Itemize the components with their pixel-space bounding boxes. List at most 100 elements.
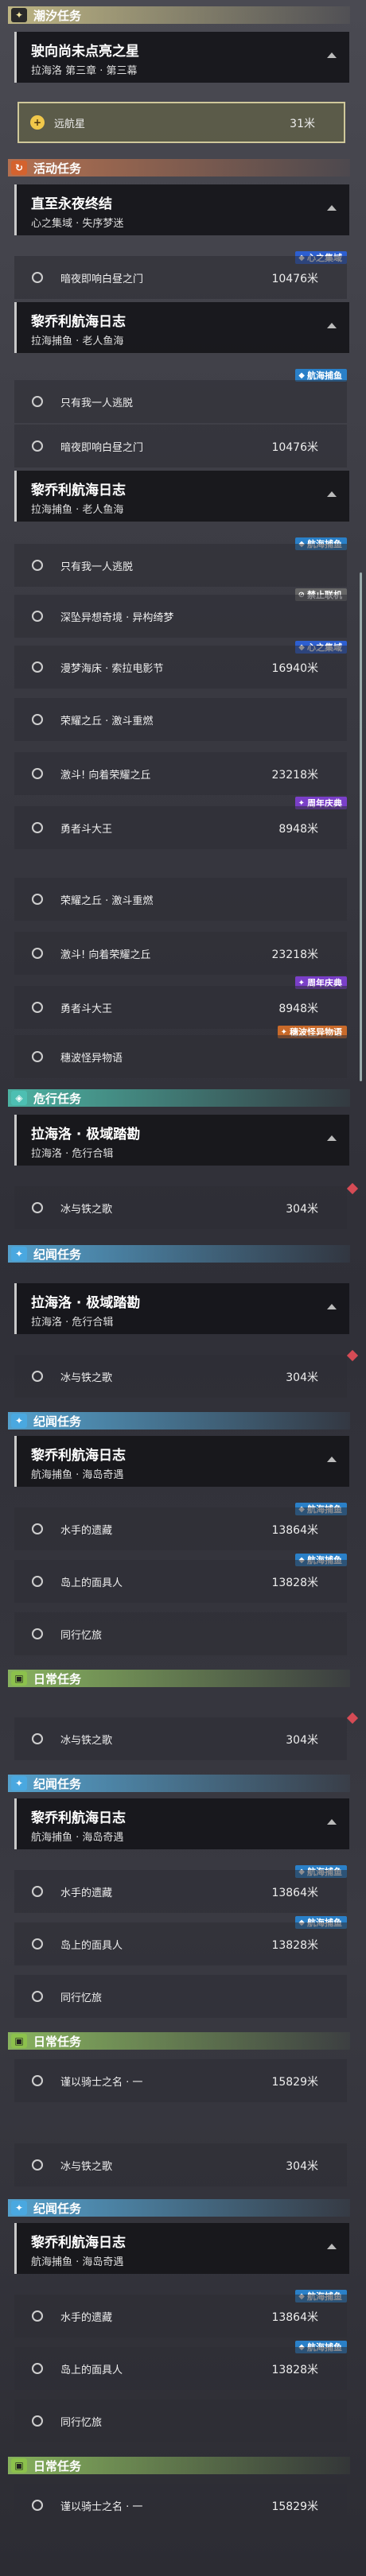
objective-distance: 16940米 (271, 662, 318, 675)
objective-label: 水手的遗藏 (60, 2312, 113, 2324)
objective-circle-icon (32, 1202, 43, 1213)
task-objective[interactable]: 岛上的面具人 13828米 (14, 1922, 347, 1965)
objective-circle-icon (32, 2159, 43, 2171)
task-objective[interactable]: 暗夜即响白昼之门 10476米 (14, 425, 347, 467)
objective-circle-icon (32, 1991, 43, 2002)
objective-circle-icon (32, 822, 43, 833)
task-card[interactable]: 黎乔利航海日志 航海捕鱼 · 海岛奇遇 (14, 1436, 349, 1487)
objective-circle-icon (32, 894, 43, 905)
section-title: 纪闻任务 (33, 2201, 82, 2216)
objective-label: 激斗! 向着荣耀之丘 (60, 949, 151, 961)
task-objective[interactable]: 冰与铁之歌 304米 (14, 1186, 347, 1229)
objective-distance: 15829米 (271, 2500, 318, 2513)
section-title: 纪闻任务 (33, 1414, 82, 1429)
book-icon: ▣ (11, 2458, 27, 2473)
task-objective[interactable]: 冰与铁之歌 304米 (14, 2143, 347, 2186)
task-card[interactable]: 黎乔利航海日志 航海捕鱼 · 海岛奇遇 (14, 1798, 349, 1849)
task-objective[interactable]: 勇者斗大王 8948米 (14, 986, 347, 1029)
task-title: 驶向尚未点亮之星 (31, 44, 139, 60)
task-objective[interactable]: 水手的遗藏 13864米 (14, 1870, 347, 1913)
task-objective[interactable]: 勇者斗大王 8948米 (14, 806, 347, 849)
objective-circle-icon (32, 1051, 43, 1062)
objective-label: 同行忆旅 (60, 1630, 103, 1642)
task-card[interactable]: 拉海洛 · 极域踏勘 拉海洛 · 危行合辑 (14, 1115, 349, 1166)
objective-distance: 13864米 (271, 1524, 318, 1537)
star-icon: ✦ (11, 8, 27, 22)
objective-label: 激斗! 向着荣耀之丘 (60, 770, 151, 782)
chevron-up-icon[interactable] (327, 1457, 337, 1462)
task-objective[interactable]: 暗夜即响白昼之门 10476米 (14, 256, 347, 299)
chevron-up-icon[interactable] (327, 205, 337, 211)
objective-circle-icon (32, 560, 43, 571)
task-subtitle: 航海捕鱼 · 海岛奇遇 (31, 1469, 124, 1481)
task-subtitle: 心之集域 · 失序梦迷 (31, 218, 124, 230)
section-header-dawn: ✦ 潮汐任务 (8, 6, 350, 24)
section-header-daily: ▣ 日常任务 (8, 1670, 350, 1687)
objective-label: 水手的遗藏 (60, 1887, 113, 1899)
task-card[interactable]: 驶向尚未点亮之星 拉海洛 第三章 · 第三幕 (14, 32, 349, 83)
task-objective[interactable]: 水手的遗藏 13864米 (14, 2295, 347, 2337)
task-objective[interactable]: 谨以骑士之名 · 一 15829米 (14, 2484, 347, 2527)
objective-circle-icon (32, 2363, 43, 2374)
task-objective[interactable]: 荣耀之丘 · 激斗重燃 (14, 698, 347, 741)
task-objective-tracked[interactable]: + 远航星 31米 (18, 102, 345, 143)
objective-label: 穗波怪异物语 (60, 1053, 123, 1065)
task-subtitle: 航海捕鱼 · 海岛奇遇 (31, 1832, 124, 1844)
task-objective[interactable]: 只有我一人逃脱 (14, 380, 347, 423)
objective-distance: 13864米 (271, 1887, 318, 1899)
task-objective[interactable]: 同行忆旅 (14, 1612, 347, 1655)
objective-circle-icon (32, 1733, 43, 1744)
objective-circle-icon (32, 396, 43, 407)
task-objective[interactable]: 谨以骑士之名 · 一 15829米 (14, 2059, 347, 2102)
task-subtitle: 拉海洛 第三章 · 第三幕 (31, 65, 138, 77)
coin-icon: + (30, 115, 45, 130)
task-title: 黎乔利航海日志 (31, 1810, 126, 1826)
task-objective[interactable]: 水手的遗藏 13864米 (14, 1507, 347, 1550)
task-objective[interactable]: 同行忆旅 (14, 2399, 347, 2442)
scrollbar[interactable] (360, 572, 362, 1081)
chevron-up-icon[interactable] (327, 491, 337, 497)
section-title: 潮汐任务 (33, 8, 82, 23)
objective-distance: 8948米 (278, 1003, 318, 1015)
objective-distance: 31米 (290, 118, 315, 130)
objective-label: 冰与铁之歌 (60, 1372, 113, 1384)
task-card[interactable]: 黎乔利航海日志 航海捕鱼 · 海岛奇遇 (14, 2223, 349, 2274)
sparkle-icon: ✦ (11, 1776, 27, 1790)
chevron-up-icon[interactable] (327, 1304, 337, 1309)
task-objective[interactable]: 激斗! 向着荣耀之丘 23218米 (14, 932, 347, 975)
sparkle-icon: ✦ (11, 1247, 27, 1261)
task-objective[interactable]: 冰与铁之歌 304米 (14, 1355, 347, 1398)
task-objective[interactable]: 深坠异想奇境 · 异构绮梦 (14, 595, 347, 638)
chevron-up-icon[interactable] (327, 1819, 337, 1825)
objective-distance: 304米 (286, 2160, 318, 2173)
task-objective[interactable]: 岛上的面具人 13828米 (14, 2347, 347, 2390)
section-header-daily: ▣ 日常任务 (8, 2457, 350, 2474)
objective-label: 荣耀之丘 · 激斗重燃 (60, 895, 154, 907)
objective-label: 冰与铁之歌 (60, 1204, 113, 1216)
task-objective[interactable]: 漫梦海床 · 索拉电影节 16940米 (14, 646, 347, 689)
objective-label: 岛上的面具人 (60, 2365, 123, 2376)
task-objective[interactable]: 岛上的面具人 13828米 (14, 1560, 347, 1603)
chevron-up-icon[interactable] (327, 2244, 337, 2249)
task-card[interactable]: 拉海洛 · 极域踏勘 拉海洛 · 危行合辑 (14, 1283, 349, 1334)
chevron-up-icon[interactable] (327, 52, 337, 58)
objective-circle-icon (32, 948, 43, 959)
objective-distance: 10476米 (271, 273, 318, 285)
objective-label: 谨以骑士之名 · 一 (60, 2501, 143, 2513)
task-objective[interactable]: 激斗! 向着荣耀之丘 23218米 (14, 752, 347, 795)
task-objective[interactable]: 只有我一人逃脱 (14, 544, 347, 587)
task-card[interactable]: 黎乔利航海日志 拉海捕鱼 · 老人鱼海 (14, 302, 349, 353)
objective-circle-icon (32, 1628, 43, 1639)
section-header-activity: ↻ 活动任务 (8, 159, 350, 177)
task-objective[interactable]: 穗波怪异物语 (14, 1035, 347, 1078)
objective-circle-icon (32, 1938, 43, 1949)
task-objective[interactable]: 冰与铁之歌 304米 (14, 1717, 347, 1760)
task-objective[interactable]: 荣耀之丘 · 激斗重燃 (14, 878, 347, 921)
task-card[interactable]: 直至永夜终结 心之集域 · 失序梦迷 (14, 184, 349, 235)
chevron-up-icon[interactable] (327, 323, 337, 328)
objective-circle-icon (32, 2075, 43, 2086)
chevron-up-icon[interactable] (327, 1135, 337, 1141)
task-card[interactable]: 黎乔利航海日志 拉海捕鱼 · 老人鱼海 (14, 471, 349, 522)
task-objective[interactable]: 同行忆旅 (14, 1975, 347, 2018)
task-title: 拉海洛 · 极域踏勘 (31, 1295, 141, 1311)
